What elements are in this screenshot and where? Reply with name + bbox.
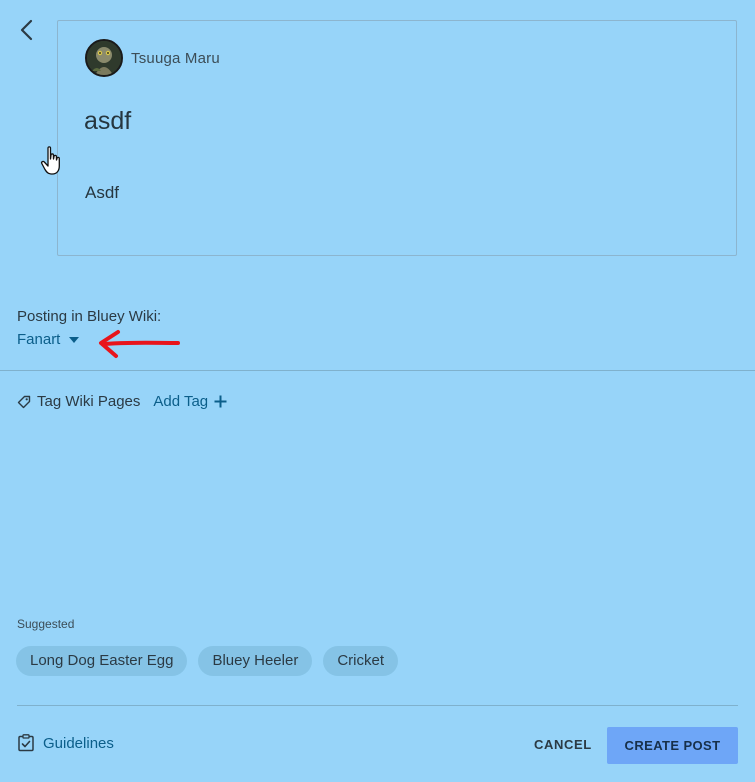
- add-tag-label: Add Tag: [153, 393, 209, 410]
- plus-icon: [214, 395, 227, 408]
- guidelines-link[interactable]: Guidelines: [17, 734, 114, 752]
- add-tag-button[interactable]: Add Tag: [153, 393, 227, 410]
- caret-down-icon: [69, 336, 80, 343]
- suggested-tag-chip[interactable]: Cricket: [323, 646, 398, 676]
- suggested-label: Suggested: [17, 617, 75, 631]
- create-post-button[interactable]: CREATE POST: [607, 727, 738, 764]
- tag-icon: [17, 395, 31, 408]
- footer-divider: [17, 705, 738, 706]
- category-dropdown[interactable]: Fanart: [17, 331, 80, 348]
- clipboard-check-icon: [18, 734, 34, 752]
- tag-wiki-pages-label: Tag Wiki Pages: [37, 393, 141, 410]
- avatar: [85, 39, 123, 77]
- guidelines-label: Guidelines: [43, 734, 114, 752]
- post-author: Tsuuga Maru: [85, 39, 220, 77]
- back-button[interactable]: [14, 16, 40, 44]
- suggested-tags: Long Dog Easter Egg Bluey Heeler Cricket: [16, 646, 409, 676]
- posting-in-label: Posting in Bluey Wiki:: [17, 308, 162, 325]
- author-name: Tsuuga Maru: [131, 49, 220, 67]
- post-preview-card: Tsuuga Maru asdf Asdf: [57, 20, 737, 256]
- chevron-left-icon: [20, 19, 33, 41]
- suggested-tag-chip[interactable]: Long Dog Easter Egg: [16, 646, 188, 676]
- post-body: Asdf: [85, 183, 120, 202]
- suggested-tag-chip[interactable]: Bluey Heeler: [198, 646, 313, 676]
- red-annotation-arrow: [99, 330, 180, 358]
- post-title: asdf: [84, 107, 132, 135]
- cancel-button[interactable]: CANCEL: [520, 727, 606, 763]
- tag-wiki-pages-row: Tag Wiki Pages Add Tag: [17, 393, 227, 410]
- hand-cursor-icon: [40, 146, 60, 175]
- section-divider: [0, 370, 755, 371]
- category-value: Fanart: [17, 331, 61, 348]
